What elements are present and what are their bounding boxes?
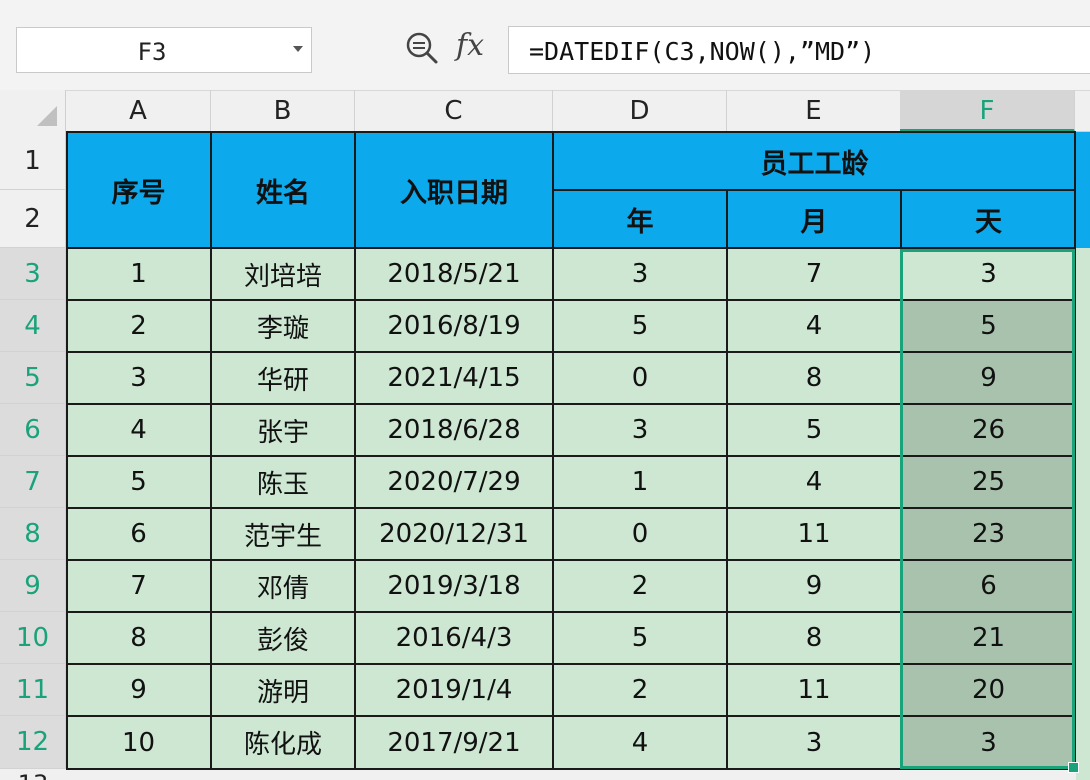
column-header-e[interactable]: E xyxy=(727,90,901,132)
header-hire-date[interactable]: 入职日期 xyxy=(355,132,553,248)
cell-b6[interactable]: 张宇 xyxy=(211,404,355,456)
row-header-5[interactable]: 5 xyxy=(0,352,66,404)
cell-d3[interactable]: 3 xyxy=(553,248,727,300)
cell-d5[interactable]: 0 xyxy=(553,352,727,404)
cell-a10[interactable]: 8 xyxy=(66,612,211,664)
cell-a8[interactable]: 6 xyxy=(66,508,211,560)
cell-c6[interactable]: 2018/6/28 xyxy=(355,404,553,456)
header-seq[interactable]: 序号 xyxy=(66,132,211,248)
fill-handle[interactable] xyxy=(1068,762,1079,773)
column-header-f[interactable]: F xyxy=(900,90,1075,132)
cell-b7[interactable]: 陈玉 xyxy=(211,456,355,508)
cell-f6[interactable]: 26 xyxy=(901,404,1076,456)
row-header-12[interactable]: 12 xyxy=(0,716,66,769)
row-13-strip xyxy=(0,769,1090,780)
cell-f12[interactable]: 3 xyxy=(901,716,1076,769)
row-header-2[interactable]: 2 xyxy=(0,190,66,248)
cell-c11[interactable]: 2019/1/4 xyxy=(355,664,553,716)
row-header-3[interactable]: 3 xyxy=(0,248,66,300)
cell-a3[interactable]: 1 xyxy=(66,248,211,300)
formula-input[interactable]: =DATEDIF(C3,NOW(),”MD”) xyxy=(508,26,1090,74)
cell-c10[interactable]: 2016/4/3 xyxy=(355,612,553,664)
name-box[interactable]: F3 xyxy=(16,27,312,73)
cell-e7[interactable]: 4 xyxy=(727,456,901,508)
chevron-down-icon[interactable] xyxy=(293,46,303,52)
row-header-1[interactable]: 1 xyxy=(0,132,66,190)
cell-a12[interactable]: 10 xyxy=(66,716,211,769)
row-header-9[interactable]: 9 xyxy=(0,560,66,612)
header-month[interactable]: 月 xyxy=(727,190,901,248)
row-header-8[interactable]: 8 xyxy=(0,508,66,560)
cell-a4[interactable]: 2 xyxy=(66,300,211,352)
cell-d12[interactable]: 4 xyxy=(553,716,727,769)
cell-d11[interactable]: 2 xyxy=(553,664,727,716)
header-tenure[interactable]: 员工工龄 xyxy=(553,132,1076,190)
row-header-11[interactable]: 11 xyxy=(0,664,66,716)
header-day[interactable]: 天 xyxy=(901,190,1076,248)
column-header-b[interactable]: B xyxy=(211,90,355,132)
cell-f3[interactable]: 3 xyxy=(901,248,1076,300)
cell-b9[interactable]: 邓倩 xyxy=(211,560,355,612)
cell-d4[interactable]: 5 xyxy=(553,300,727,352)
row-header-6[interactable]: 6 xyxy=(0,404,66,456)
row-header-10[interactable]: 10 xyxy=(0,612,66,664)
cell-f5[interactable]: 9 xyxy=(901,352,1076,404)
cell-f10[interactable]: 21 xyxy=(901,612,1076,664)
cell-a7[interactable]: 5 xyxy=(66,456,211,508)
zoom-formula-icon[interactable] xyxy=(404,30,440,66)
cell-e4[interactable]: 4 xyxy=(727,300,901,352)
cell-b3[interactable]: 刘培培 xyxy=(211,248,355,300)
cell-d6[interactable]: 3 xyxy=(553,404,727,456)
select-all-icon xyxy=(37,106,57,126)
cell-d10[interactable]: 5 xyxy=(553,612,727,664)
cell-f9[interactable]: 6 xyxy=(901,560,1076,612)
cell-e3[interactable]: 7 xyxy=(727,248,901,300)
cell-e12[interactable]: 3 xyxy=(727,716,901,769)
cell-c9[interactable]: 2019/3/18 xyxy=(355,560,553,612)
cell-e9[interactable]: 9 xyxy=(727,560,901,612)
cell-b5[interactable]: 华研 xyxy=(211,352,355,404)
row-header-4[interactable]: 4 xyxy=(0,300,66,352)
cell-c4[interactable]: 2016/8/19 xyxy=(355,300,553,352)
select-all-corner[interactable] xyxy=(0,90,66,132)
column-header-c[interactable]: C xyxy=(355,90,553,132)
row-header-13[interactable]: 13 xyxy=(0,769,66,780)
cell-c7[interactable]: 2020/7/29 xyxy=(355,456,553,508)
header-name[interactable]: 姓名 xyxy=(211,132,355,248)
cell-a6[interactable]: 4 xyxy=(66,404,211,456)
column-header-a[interactable]: A xyxy=(66,90,211,132)
cell-e5[interactable]: 8 xyxy=(727,352,901,404)
cell-c5[interactable]: 2021/4/15 xyxy=(355,352,553,404)
formula-text: =DATEDIF(C3,NOW(),”MD”) xyxy=(529,37,876,66)
column-header-d[interactable]: D xyxy=(553,90,727,132)
cell-d7[interactable]: 1 xyxy=(553,456,727,508)
cell-d8[interactable]: 0 xyxy=(553,508,727,560)
cell-f11[interactable]: 20 xyxy=(901,664,1076,716)
cell-e11[interactable]: 11 xyxy=(727,664,901,716)
cell-e6[interactable]: 5 xyxy=(727,404,901,456)
cell-b8[interactable]: 范宇生 xyxy=(211,508,355,560)
header-year[interactable]: 年 xyxy=(553,190,727,248)
cell-c8[interactable]: 2020/12/31 xyxy=(355,508,553,560)
cell-c3[interactable]: 2018/5/21 xyxy=(355,248,553,300)
cell-b11[interactable]: 游明 xyxy=(211,664,355,716)
row-header-7[interactable]: 7 xyxy=(0,456,66,508)
column-g-header-partial xyxy=(1076,132,1090,248)
cell-e8[interactable]: 11 xyxy=(727,508,901,560)
cell-a5[interactable]: 3 xyxy=(66,352,211,404)
cell-a9[interactable]: 7 xyxy=(66,560,211,612)
fx-icon[interactable]: fx xyxy=(456,28,492,68)
cell-d9[interactable]: 2 xyxy=(553,560,727,612)
cell-b10[interactable]: 彭俊 xyxy=(211,612,355,664)
cell-a11[interactable]: 9 xyxy=(66,664,211,716)
cell-b4[interactable]: 李璇 xyxy=(211,300,355,352)
cell-f8[interactable]: 23 xyxy=(901,508,1076,560)
cell-b12[interactable]: 陈化成 xyxy=(211,716,355,769)
cell-f4[interactable]: 5 xyxy=(901,300,1076,352)
cell-e10[interactable]: 8 xyxy=(727,612,901,664)
cell-c12[interactable]: 2017/9/21 xyxy=(355,716,553,769)
cell-f7[interactable]: 25 xyxy=(901,456,1076,508)
name-box-value: F3 xyxy=(137,38,167,66)
